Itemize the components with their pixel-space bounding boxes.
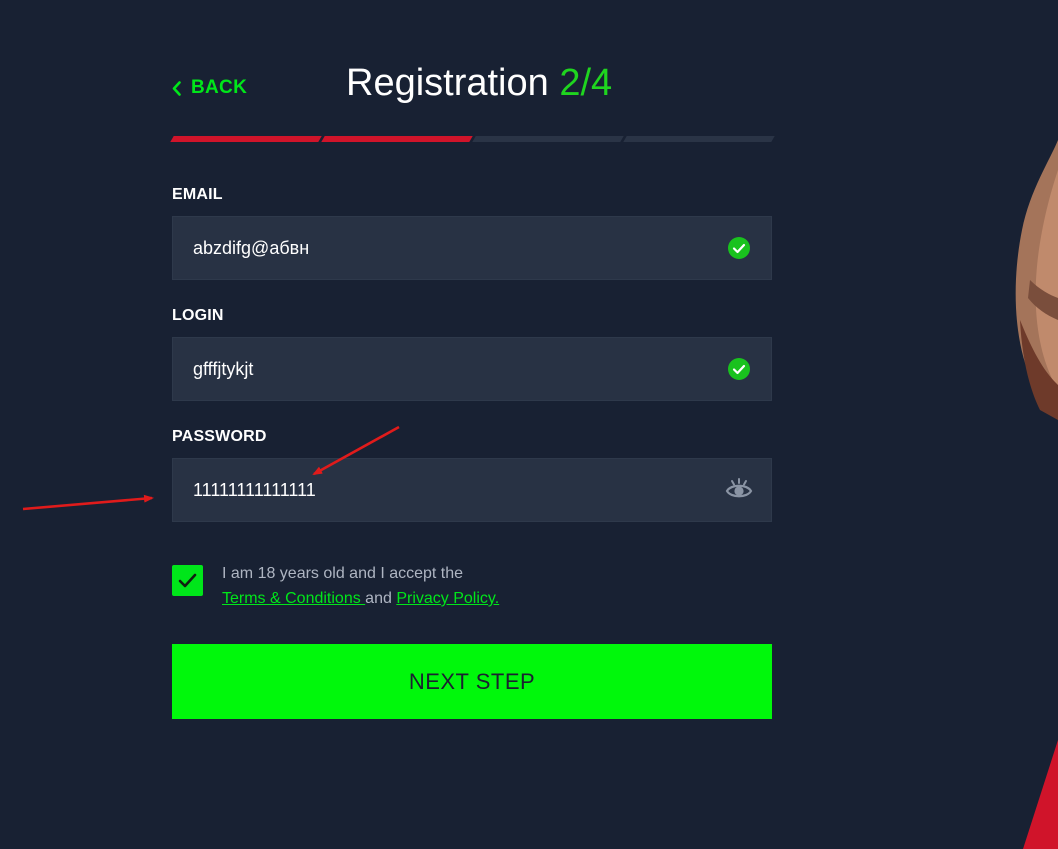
login-label: LOGIN bbox=[172, 307, 224, 324]
terms-line: I am 18 years old and I accept the bbox=[222, 565, 464, 582]
eye-icon[interactable] bbox=[725, 477, 753, 503]
step-counter: 2/4 bbox=[559, 62, 613, 104]
terms-and-text: and bbox=[365, 590, 392, 607]
progress-segment-4 bbox=[623, 136, 775, 142]
login-value[interactable]: gfffjtykjt bbox=[193, 338, 253, 400]
email-value[interactable]: abzdifg@абвн bbox=[193, 217, 309, 279]
password-label: PASSWORD bbox=[172, 428, 267, 445]
back-label: BACK bbox=[191, 77, 248, 98]
terms-text: I am 18 years old and I accept the Terms… bbox=[222, 561, 499, 611]
red-stripe-decoration bbox=[1023, 740, 1058, 849]
password-field[interactable]: 11111111111111 bbox=[172, 458, 772, 522]
email-field[interactable]: abzdifg@абвн bbox=[172, 216, 772, 280]
chevron-left-icon bbox=[172, 80, 181, 96]
checkmark-icon bbox=[178, 573, 197, 588]
mascot-illustration bbox=[1015, 140, 1058, 420]
title-text: Registration bbox=[346, 62, 549, 104]
privacy-policy-link[interactable]: Privacy Policy. bbox=[396, 590, 499, 607]
terms-conditions-link[interactable]: Terms & Conditions bbox=[222, 590, 365, 607]
login-field[interactable]: gfffjtykjt bbox=[172, 337, 772, 401]
back-button[interactable]: BACK bbox=[172, 74, 247, 102]
terms-links-line: Terms & Conditions and Privacy Policy. bbox=[222, 586, 499, 611]
annotation-arrows bbox=[22, 425, 400, 511]
page-title: Registration 2/4 bbox=[346, 60, 612, 106]
age-terms-checkbox[interactable] bbox=[172, 565, 203, 596]
check-circle-icon bbox=[728, 358, 750, 380]
progress-segment-3 bbox=[472, 136, 624, 142]
password-value[interactable]: 11111111111111 bbox=[193, 459, 316, 521]
email-label: EMAIL bbox=[172, 186, 223, 203]
step-progress-bar bbox=[170, 136, 775, 142]
annotation-arrow-left bbox=[22, 494, 154, 511]
progress-segment-1 bbox=[170, 136, 322, 142]
progress-segment-2 bbox=[321, 136, 473, 142]
next-step-button[interactable]: NEXT STEP bbox=[172, 644, 772, 719]
check-circle-icon bbox=[728, 237, 750, 259]
